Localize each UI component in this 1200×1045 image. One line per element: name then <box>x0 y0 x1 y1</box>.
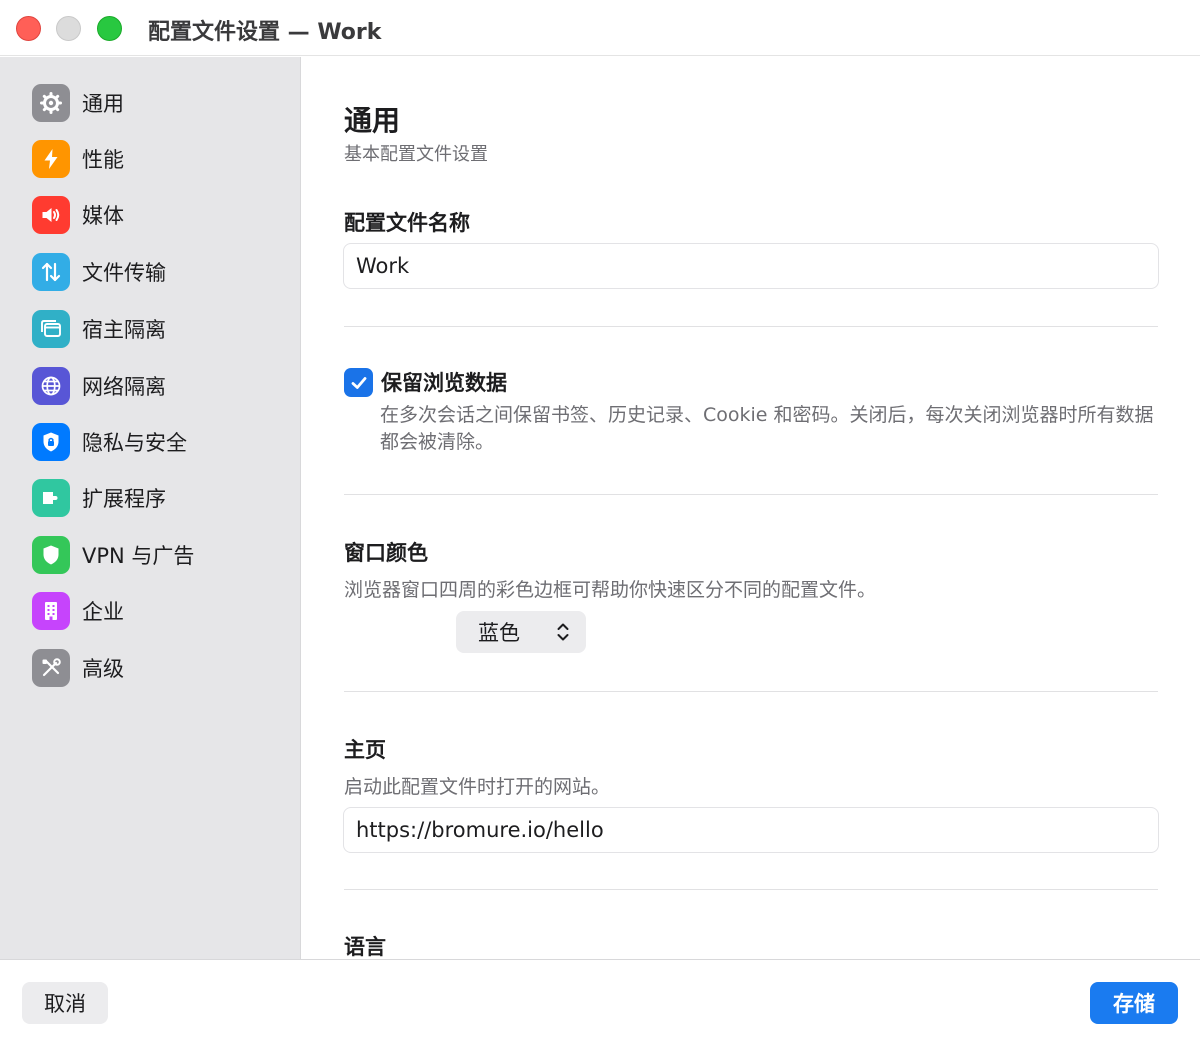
window-color-label: 窗口颜色 <box>344 541 428 565</box>
gear-icon <box>32 84 70 122</box>
language-label: 语言 <box>344 935 386 959</box>
sidebar-item-label: 隐私与安全 <box>82 431 187 455</box>
window-color-description: 浏览器窗口四周的彩色边框可帮助你快速区分不同的配置文件。 <box>344 579 877 601</box>
sidebar-item-performance[interactable]: 性能 <box>32 139 292 179</box>
divider <box>344 691 1158 692</box>
divider <box>344 326 1158 327</box>
sidebar-item-label: 性能 <box>82 148 124 172</box>
homepage-url-field[interactable] <box>343 807 1159 853</box>
sidebar-item-label: 媒体 <box>82 204 124 228</box>
shield-icon <box>32 536 70 574</box>
profile-name-label: 配置文件名称 <box>344 211 470 235</box>
window-color-value: 蓝色 <box>478 621 520 645</box>
keep-browsing-data-label: 保留浏览数据 <box>381 371 507 395</box>
sidebar-item-label: 扩展程序 <box>82 487 166 511</box>
homepage-label: 主页 <box>344 738 386 762</box>
keep-browsing-data-checkbox[interactable] <box>344 368 373 397</box>
sidebar-item-media[interactable]: 媒体 <box>32 195 292 235</box>
profile-settings-window: 配置文件设置 — Work 通用 性能 媒体 文件传输 宿主隔离 网络隔离 隐私… <box>0 0 1200 1045</box>
title-bar: 配置文件设置 — Work <box>0 0 1200 56</box>
building-icon <box>32 592 70 630</box>
keep-browsing-data-description: 在多次会话之间保留书签、历史记录、Cookie 和密码。关闭后，每次关闭浏览器时… <box>380 404 1154 453</box>
sidebar-item-vpn-ads[interactable]: VPN 与广告 <box>32 535 292 575</box>
sidebar-item-host-isolation[interactable]: 宿主隔离 <box>32 309 292 349</box>
page-subtitle: 基本配置文件设置 <box>344 144 488 165</box>
sidebar-item-network-isolation[interactable]: 网络隔离 <box>32 366 292 406</box>
sidebar-item-file-transfer[interactable]: 文件传输 <box>32 252 292 292</box>
sidebar-item-label: 企业 <box>82 600 124 624</box>
speaker-icon <box>32 196 70 234</box>
save-button[interactable]: 存储 <box>1090 982 1178 1024</box>
sidebar-item-label: 网络隔离 <box>82 375 166 399</box>
footer-bar: 取消 存储 <box>0 959 1200 1045</box>
profile-name-field[interactable] <box>343 243 1159 289</box>
window-title: 配置文件设置 — Work <box>148 20 382 45</box>
close-window-button[interactable] <box>16 16 41 41</box>
cancel-button[interactable]: 取消 <box>22 982 108 1024</box>
checkmark-icon <box>351 376 366 389</box>
minimize-window-button[interactable] <box>56 16 81 41</box>
homepage-description: 启动此配置文件时打开的网站。 <box>344 776 611 798</box>
lock-shield-icon <box>32 423 70 461</box>
transfer-arrows-icon <box>32 253 70 291</box>
window-icon <box>32 310 70 348</box>
sidebar-item-label: 通用 <box>82 92 124 116</box>
sidebar-item-enterprise[interactable]: 企业 <box>32 591 292 631</box>
sidebar-item-label: 宿主隔离 <box>82 318 166 342</box>
page-title: 通用 <box>344 104 401 137</box>
sidebar-item-label: 文件传输 <box>82 261 166 285</box>
sidebar: 通用 性能 媒体 文件传输 宿主隔离 网络隔离 隐私与安全 扩展程序 VPN 与… <box>0 57 301 959</box>
tools-icon <box>32 649 70 687</box>
sidebar-item-extensions[interactable]: 扩展程序 <box>32 478 292 518</box>
puzzle-icon <box>32 479 70 517</box>
sidebar-item-label: 高级 <box>82 657 124 681</box>
sidebar-item-label: VPN 与广告 <box>82 544 195 568</box>
sidebar-item-advanced[interactable]: 高级 <box>32 648 292 688</box>
window-color-select[interactable]: 蓝色 <box>456 611 586 653</box>
bolt-icon <box>32 140 70 178</box>
sidebar-item-privacy-security[interactable]: 隐私与安全 <box>32 422 292 462</box>
divider <box>344 889 1158 890</box>
divider <box>344 494 1158 495</box>
chevron-up-down-icon <box>557 623 569 641</box>
settings-panel: 通用 基本配置文件设置 配置文件名称 保留浏览数据 在多次会话之间保留书签、历史… <box>302 57 1200 959</box>
globe-icon <box>32 367 70 405</box>
zoom-window-button[interactable] <box>97 16 122 41</box>
sidebar-item-general[interactable]: 通用 <box>32 83 292 123</box>
